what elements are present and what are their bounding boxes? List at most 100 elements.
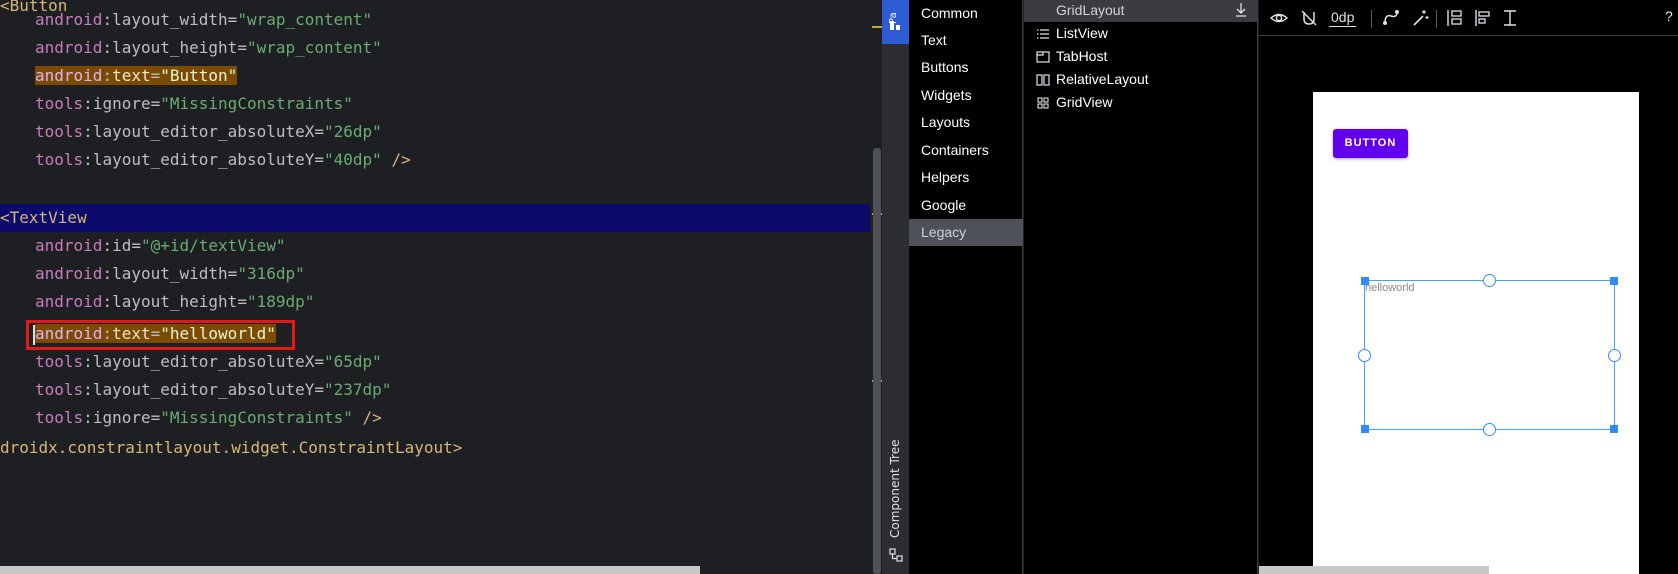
clear-constraints-icon[interactable] [1381,8,1401,28]
code-line[interactable]: android:layout_height="wrap_content" [0,34,870,62]
attr-name: id [112,236,132,255]
tool-window-strip: Pa Component Tree [882,0,909,574]
xml-tag: <TextView [0,208,87,227]
attr-value: "wrap_content" [237,10,373,29]
code-line[interactable]: tools:layout_editor_absoluteX="26dp" [0,118,870,146]
red-annotation-box [26,320,295,350]
tag-close: /> [381,150,411,169]
attr-namespace: android [35,292,103,311]
infer-constraints-wand-icon[interactable] [1410,8,1430,28]
constraint-anchor-bottom[interactable] [1483,423,1496,436]
widget-gridview[interactable]: GridView [1024,91,1258,114]
code-line[interactable]: android:layout_width="wrap_content" [0,6,870,34]
attr-namespace: tools [35,94,84,113]
category-containers[interactable]: Containers [909,137,1023,164]
code-editor[interactable]: <Button android:layout_width="wrap_conte… [0,0,882,574]
constraint-anchor-right[interactable] [1608,349,1621,362]
attr-value: "26dp" [324,122,382,141]
category-legacy[interactable]: Legacy [909,219,1023,246]
widget-label: GridView [1056,94,1113,110]
resize-handle-top-left[interactable] [1361,277,1369,285]
attr-name: layout_height [112,292,238,311]
resize-handle-top-right[interactable] [1610,277,1618,285]
code-line[interactable]: android:text="Button" [0,62,870,90]
code-line[interactable]: tools:layout_editor_absoluteY="237dp" [0,376,870,404]
code-line[interactable]: tools:layout_editor_absoluteY="40dp" /> [0,146,870,174]
resize-handle-bottom-right[interactable] [1610,425,1618,433]
constraint-anchor-top[interactable] [1483,274,1496,287]
align-left-icon[interactable] [1473,8,1493,28]
palette-tab[interactable]: Pa [882,0,909,44]
code-line[interactable]: tools:ignore="MissingConstraints" [0,90,870,118]
category-google[interactable]: Google [909,192,1023,219]
design-horizontal-scrollbar[interactable] [1259,566,1489,574]
toolbar-separator [1436,10,1437,28]
widget-listview[interactable]: ListView [1024,22,1258,45]
attr-namespace: android [35,264,103,283]
category-layouts[interactable]: Layouts [909,109,1023,136]
code-line[interactable]: android:id="@+id/textView" [0,232,870,260]
attr-value: "wrap_content" [246,38,382,57]
layout-design-surface[interactable]: 0dp ? BUTTON helloworld [1259,0,1678,574]
tabhost-icon [1036,51,1050,63]
attr-value: "@+id/textView" [140,236,286,255]
constraint-anchor-left[interactable] [1358,349,1371,362]
editor-horizontal-scrollbar[interactable] [0,566,700,574]
attr-value: "40dp" [324,150,382,169]
category-text[interactable]: Text [909,27,1023,54]
device-preview[interactable]: BUTTON helloworld [1313,92,1639,574]
attr-value: "316dp" [237,264,305,283]
preview-button[interactable]: BUTTON [1333,129,1408,158]
guidelines-icon[interactable] [1500,8,1520,28]
grid-icon [1037,97,1049,109]
design-toolbar: 0dp ? [1259,0,1678,36]
widget-label: TabHost [1056,48,1108,64]
attr-name: ignore [92,94,151,113]
resize-handle-bottom-left[interactable] [1361,425,1369,433]
list-icon [1037,29,1049,39]
code-line[interactable]: tools:ignore="MissingConstraints" /> [0,404,870,432]
attr-namespace: tools [35,150,84,169]
widget-relativelayout[interactable]: RelativeLayout [1024,68,1258,91]
text-caret [33,325,35,345]
relativelayout-icon [1036,74,1050,86]
attr-namespace: tools [35,380,84,399]
attr-name: layout_editor_absoluteY [92,150,315,169]
attr-namespace: android [35,66,103,85]
code-line[interactable]: tools:layout_editor_absoluteX="65dp" [0,348,870,376]
tag-close: /> [352,408,382,427]
attr-name: layout_width [112,264,228,283]
category-helpers[interactable]: Helpers [909,164,1023,191]
palette-widget-list: GridLayout ListView TabHost RelativeLayo… [1024,0,1258,574]
component-tree-tab[interactable]: Component Tree [882,440,909,574]
component-tree-label: Component Tree [888,439,902,538]
default-margin-dropdown[interactable]: 0dp [1329,8,1357,27]
pack-vertical-icon[interactable] [1445,8,1465,28]
category-common[interactable]: Common [909,0,1023,27]
widget-tabhost[interactable]: TabHost [1024,45,1258,68]
widget-label: GridLayout [1056,2,1125,18]
attr-name: layout_editor_absoluteX [92,122,315,141]
download-icon[interactable] [1234,2,1248,18]
search-match-highlight: android:text="Button" [35,66,238,85]
code-line[interactable]: android:layout_width="316dp" [0,260,870,288]
attr-name: layout_editor_absoluteX [92,352,315,371]
attr-namespace: android [35,10,103,29]
code-line[interactable]: droidx.constraintlayout.widget.Constrain… [0,434,870,462]
selected-textview[interactable]: helloworld [1358,274,1621,436]
xml-tag: droidx.constraintlayout.widget.Constrain… [0,438,463,457]
category-widgets[interactable]: Widgets [909,82,1023,109]
help-button[interactable]: ? [1665,8,1673,24]
magnet-off-icon[interactable] [1299,8,1319,28]
widget-gridlayout[interactable]: GridLayout [1024,0,1258,22]
code-line-current[interactable]: <TextView [0,204,870,232]
stripe-marker[interactable] [872,26,882,28]
toolbar-separator [1371,10,1372,28]
eye-icon[interactable] [1269,8,1289,28]
category-buttons[interactable]: Buttons [909,54,1023,81]
editor-vertical-scrollbar[interactable] [873,148,881,574]
attr-value: "MissingConstraints" [160,94,353,113]
code-line[interactable]: android:layout_height="189dp" [0,288,870,316]
widget-label: ListView [1056,25,1108,41]
attr-namespace: tools [35,122,84,141]
